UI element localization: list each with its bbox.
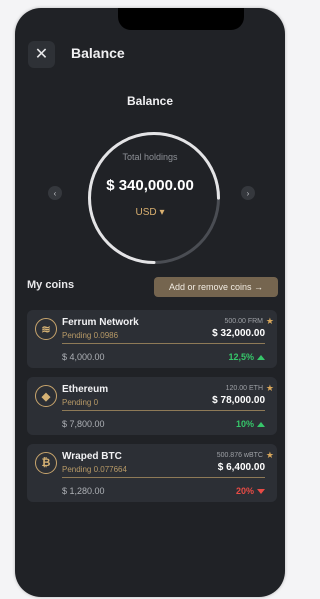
arrow-up-icon (257, 355, 265, 361)
star-icon[interactable]: ★ (266, 383, 274, 394)
arrow-down-icon (257, 489, 265, 495)
chevron-left-icon: ‹ (53, 188, 57, 198)
coin-change: 12,5% (228, 352, 265, 362)
coin-fiat-value: $ 7,800.00 (62, 419, 105, 429)
ethereum-icon: ◆ (35, 385, 57, 407)
close-button[interactable]: ✕ (28, 41, 55, 68)
coin-divider (62, 343, 265, 344)
coin-change-value: 12,5% (228, 352, 254, 362)
add-remove-coins-button[interactable]: Add or remove coins → (154, 277, 278, 297)
coin-name: Wraped BTC (62, 451, 122, 462)
ferrum-icon: ≋ (35, 318, 57, 340)
page-title: Balance (71, 45, 125, 61)
coin-change: 20% (236, 486, 265, 496)
coin-amount: 500.876 wBTC (216, 452, 263, 459)
coin-amount: 120.00 ETH (225, 385, 263, 392)
coin-change-value: 10% (235, 419, 254, 429)
coin-divider (62, 410, 265, 411)
phone-notch (118, 8, 244, 30)
coin-card-wbtc[interactable]: ₿ Wraped BTC Pending 0.077664 500.876 wB… (27, 444, 277, 502)
chevron-right-icon: › (246, 188, 250, 198)
coin-amount: 500.00 FRM (224, 318, 263, 325)
coin-name: Ethereum (62, 384, 109, 395)
coin-value: $ 6,400.00 (217, 462, 265, 473)
bitcoin-icon: ₿ (35, 452, 57, 474)
next-button[interactable]: › (241, 186, 255, 200)
chevron-down-icon: ▾ (159, 207, 165, 218)
close-icon: ✕ (34, 45, 49, 63)
coin-name: Ferrum Network (62, 317, 139, 328)
total-holdings-label: Total holdings (122, 152, 178, 162)
coin-fiat-value: $ 1,280.00 (62, 486, 105, 496)
phone-screen: ✕ Balance Balance Total holdings $ 340,0… (15, 8, 285, 597)
star-icon[interactable]: ★ (266, 316, 274, 327)
coin-card-ethereum[interactable]: ◆ Ethereum Pending 0 120.00 ETH ★ $ 78,0… (27, 377, 277, 435)
balance-heading: Balance (126, 94, 174, 108)
coin-value: $ 78,000.00 (212, 395, 265, 406)
previous-button[interactable]: ‹ (48, 186, 62, 200)
arrow-up-icon (257, 422, 265, 428)
currency-selector[interactable]: USD ▾ (15, 207, 285, 218)
coin-change: 10% (236, 419, 265, 429)
coin-change-value: 20% (235, 486, 254, 496)
currency-label: USD (135, 207, 157, 218)
coin-pending: Pending 0 (62, 398, 99, 407)
star-icon[interactable]: ★ (266, 450, 274, 461)
coin-value: $ 32,000.00 (212, 328, 265, 339)
coin-divider (62, 477, 265, 478)
coin-pending: Pending 0.0986 (62, 331, 119, 340)
my-coins-heading: My coins (27, 279, 75, 291)
coin-card-ferrum[interactable]: ≋ Ferrum Network Pending 0.0986 500.00 F… (27, 310, 277, 368)
coin-pending: Pending 0.077664 (62, 465, 127, 474)
coin-fiat-value: $ 4,000.00 (62, 352, 105, 362)
